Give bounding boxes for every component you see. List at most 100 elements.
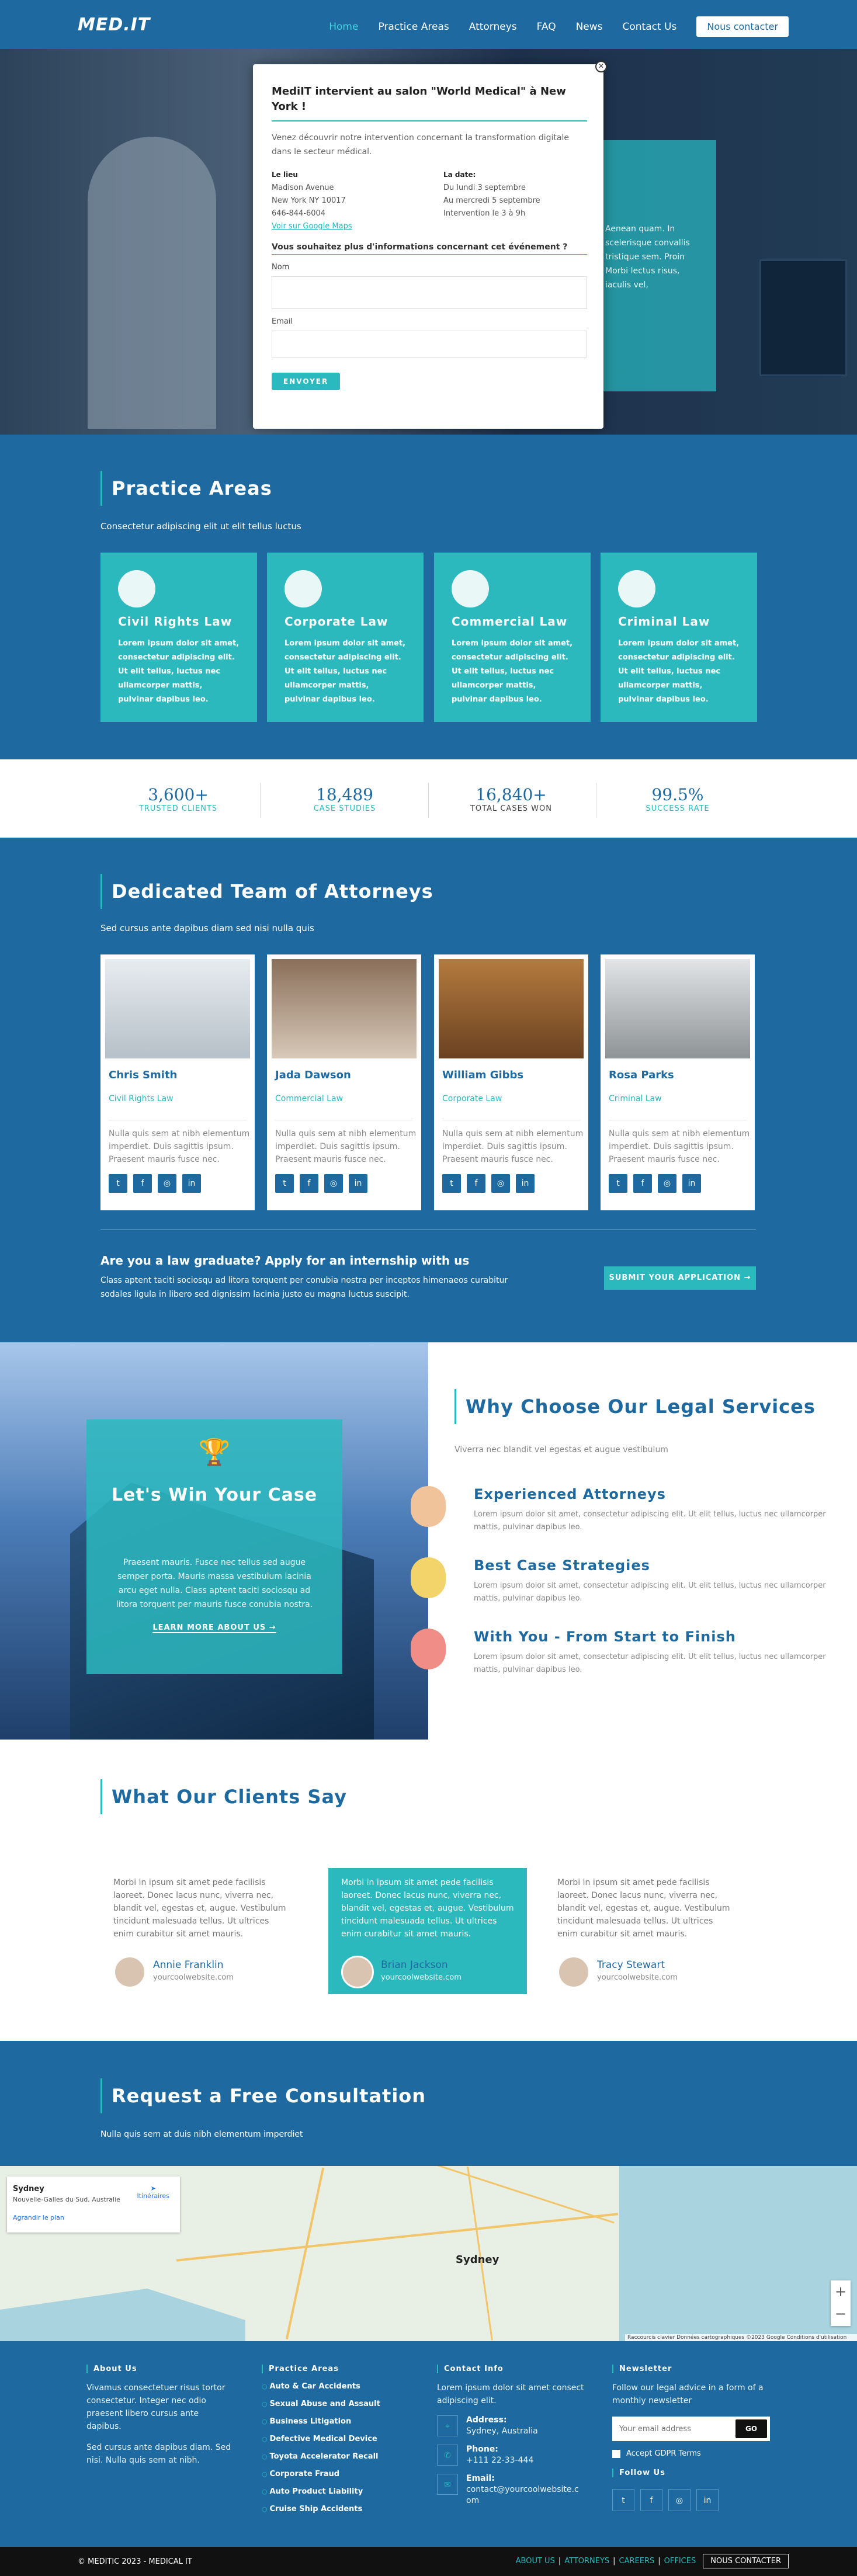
site-header: MED.IT Home Practice Areas Attorneys FAQ…	[0, 0, 857, 49]
zoom-in-button[interactable]: +	[831, 2280, 851, 2303]
instagram-icon[interactable]: ◎	[324, 1174, 343, 1193]
attorney-icon	[411, 1486, 446, 1527]
newsletter-email-input[interactable]	[612, 2417, 733, 2441]
footer-link[interactable]: Toyota Accelerator Recall	[262, 2448, 402, 2466]
stat-item: 3,600+ TRUSTED CLIENTS	[138, 785, 218, 813]
nav-news[interactable]: News	[576, 21, 603, 33]
trophy-icon: 🏆	[198, 1438, 231, 1467]
stat-item: 99.5% SUCCESS RATE	[646, 785, 710, 813]
practice-subtitle: Consectetur adipiscing elit ut elit tell…	[100, 521, 301, 532]
instagram-icon[interactable]: ◎	[491, 1174, 510, 1193]
popup-title: MediIT intervient au salon "World Medica…	[272, 84, 587, 121]
bottom-contact-button[interactable]: NOUS CONTACTER	[703, 2554, 789, 2568]
main-nav: Home Practice Areas Attorneys FAQ News C…	[329, 16, 789, 37]
twitter-icon[interactable]: t	[612, 2489, 634, 2511]
dove-icon	[118, 570, 155, 607]
footer-link[interactable]: Sexual Abuse and Assault	[262, 2396, 402, 2413]
testimonial-card: Morbi in ipsum sit amet pede facilisis l…	[100, 1868, 299, 1994]
avatar	[113, 1956, 146, 1988]
internship-title: Are you a law graduate? Apply for an int…	[100, 1254, 470, 1268]
attorney-card[interactable]: Rosa Parks Criminal Law Nulla quis sem a…	[601, 954, 755, 1210]
twitter-icon[interactable]: t	[109, 1174, 127, 1193]
hero-text: Aenean quam. In scelerisque convallis tr…	[605, 224, 690, 290]
newsletter-form: GO	[612, 2417, 770, 2441]
nav-practice-areas[interactable]: Practice Areas	[378, 21, 449, 33]
contact-cta-button[interactable]: Nous contacter	[696, 16, 789, 37]
twitter-icon[interactable]: t	[609, 1174, 627, 1193]
instagram-icon[interactable]: ◎	[668, 2489, 691, 2511]
why-title: Why Choose Our Legal Services	[466, 1395, 816, 1418]
map-pin-icon: ⌖	[437, 2415, 458, 2436]
close-icon[interactable]: ✕	[595, 61, 607, 72]
footer-about-title: About Us	[86, 2365, 233, 2373]
directions-link[interactable]: ➤ Itinéraires	[137, 2185, 169, 2200]
practice-card[interactable]: Commercial Law Lorem ipsum dolor sit ame…	[434, 553, 591, 722]
attorney-card[interactable]: Chris Smith Civil Rights Law Nulla quis …	[100, 954, 255, 1210]
event-popup: ✕ MediIT intervient au salon "World Medi…	[253, 61, 607, 429]
twitter-icon[interactable]: t	[275, 1174, 294, 1193]
attorney-photo	[439, 959, 584, 1058]
practice-card[interactable]: Civil Rights Law Lorem ipsum dolor sit a…	[100, 553, 257, 722]
facebook-icon[interactable]: f	[467, 1174, 485, 1193]
linkedin-icon[interactable]: in	[696, 2489, 719, 2511]
nav-faq[interactable]: FAQ	[537, 21, 556, 33]
google-maps-link[interactable]: Voir sur Google Maps	[272, 222, 352, 231]
nav-attorneys[interactable]: Attorneys	[469, 21, 517, 33]
map-zoom-control[interactable]: + −	[831, 2280, 851, 2326]
team-title: Dedicated Team of Attorneys	[112, 880, 433, 902]
why-section: 🏆 Let's Win Your Case Praesent mauris. F…	[0, 1342, 857, 1740]
practice-title: Practice Areas	[112, 477, 272, 499]
email-field[interactable]	[272, 331, 587, 357]
team-subtitle: Sed cursus ante dapibus diam sed nisi nu…	[100, 923, 314, 933]
facebook-icon[interactable]: f	[633, 1174, 652, 1193]
name-field[interactable]	[272, 276, 587, 309]
win-case-text: Praesent mauris. Fusce nec tellus sed au…	[116, 1558, 313, 1609]
footer-link[interactable]: Business Litigation	[262, 2413, 402, 2431]
map-attribution: Raccourcis clavier Données cartographiqu…	[625, 2334, 857, 2341]
nav-contact[interactable]: Contact Us	[623, 21, 677, 33]
instagram-icon[interactable]: ◎	[158, 1174, 176, 1193]
footer-link[interactable]: Defective Medical Device	[262, 2431, 402, 2448]
linkedin-icon[interactable]: in	[349, 1174, 367, 1193]
bottom-link-about[interactable]: ABOUT US	[516, 2557, 555, 2565]
zoom-out-button[interactable]: −	[831, 2303, 851, 2325]
linkedin-icon[interactable]: in	[516, 1174, 535, 1193]
consultation-title: Request a Free Consultation	[112, 2085, 426, 2107]
facebook-icon[interactable]: f	[640, 2489, 662, 2511]
nav-home[interactable]: Home	[329, 21, 358, 33]
enlarge-map-link[interactable]: Agrandir le plan	[13, 2214, 174, 2221]
submit-button[interactable]: ENVOYER	[272, 373, 341, 390]
twitter-icon[interactable]: t	[442, 1174, 461, 1193]
bottom-link-attorneys[interactable]: ATTORNEYS	[564, 2557, 609, 2565]
linkedin-icon[interactable]: in	[182, 1174, 201, 1193]
linkedin-icon[interactable]: in	[682, 1174, 701, 1193]
site-logo[interactable]: MED.IT	[78, 15, 150, 35]
attorney-card[interactable]: Jada Dawson Commercial Law Nulla quis se…	[267, 954, 421, 1210]
consultation-section: Request a Free Consultation Nulla quis s…	[0, 2041, 857, 2166]
footer-link[interactable]: Cruise Ship Accidents	[262, 2501, 402, 2518]
practice-card[interactable]: Criminal Law Lorem ipsum dolor sit amet,…	[601, 553, 757, 722]
apply-button[interactable]: SUBMIT YOUR APPLICATION →	[604, 1266, 756, 1290]
facebook-icon[interactable]: f	[133, 1174, 152, 1193]
bottom-link-careers[interactable]: CAREERS	[619, 2557, 655, 2565]
gdpr-checkbox[interactable]: Accept GDPR Terms	[612, 2449, 776, 2458]
strategy-icon	[411, 1557, 446, 1598]
footer-newsletter-title: Newsletter	[612, 2365, 776, 2373]
newsletter-go-button[interactable]: GO	[735, 2419, 767, 2438]
learn-more-link[interactable]: LEARN MORE ABOUT US →	[152, 1623, 276, 1633]
bottom-link-offices[interactable]: OFFICES	[664, 2557, 696, 2565]
facebook-icon[interactable]: f	[300, 1174, 318, 1193]
footer-link[interactable]: Auto Product Liability	[262, 2483, 402, 2501]
testimonial-card: Morbi in ipsum sit amet pede facilisis l…	[328, 1868, 527, 1994]
hero-text-box: Aenean quam. In scelerisque convallis tr…	[584, 140, 716, 391]
footer-link[interactable]: Corporate Fraud	[262, 2466, 402, 2483]
instagram-icon[interactable]: ◎	[658, 1174, 676, 1193]
attorney-photo	[272, 959, 417, 1058]
footer-link[interactable]: Auto & Car Accidents	[262, 2378, 402, 2396]
scales-icon	[284, 570, 322, 607]
divider	[100, 1229, 756, 1230]
gavel-icon	[618, 570, 655, 607]
attorney-card[interactable]: William Gibbs Corporate Law Nulla quis s…	[434, 954, 588, 1210]
practice-card[interactable]: Corporate Law Lorem ipsum dolor sit amet…	[267, 553, 424, 722]
calendar-icon	[411, 1629, 446, 1669]
